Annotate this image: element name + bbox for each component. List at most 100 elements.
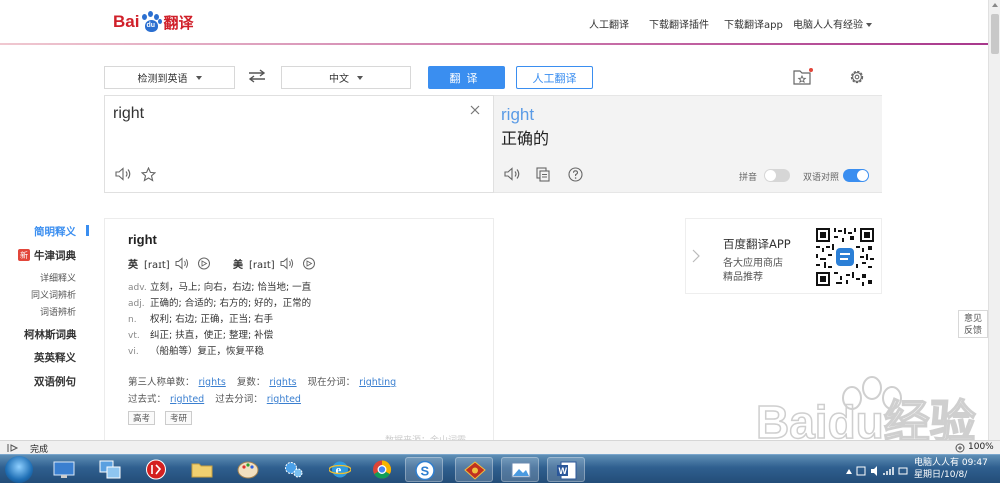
definition-row: n. 权利; 右边; 正确，正当; 右手 [128,314,274,325]
definition-row: adv. 立刻，马上; 向右，右边; 恰当地; 一直 [128,282,312,293]
pinyin-toggle[interactable] [764,169,790,182]
feedback-line-1: 意见 [963,314,982,324]
chevron-down-icon [195,75,202,80]
start-button-windows-icon[interactable] [5,456,33,483]
settings-gear-icon[interactable] [848,68,866,86]
scrollbar-thumb[interactable] [991,14,999,54]
lnav-detailed-definition[interactable]: 详细释义 [40,271,76,284]
zoom-icon[interactable] [955,443,965,453]
taskbar-image-viewer[interactable] [501,457,539,482]
nav-human-translation[interactable]: 人工翻译 [589,16,629,31]
svg-text:S: S [421,464,430,479]
phonetic-uk: 英 [raɪt] [128,260,170,271]
nav-download-plugin[interactable]: 下载翻译插件 [649,16,709,31]
scroll-up-arrow-icon[interactable] [992,3,998,7]
taskbar-desktop-app[interactable] [45,457,83,482]
logo-bai-text: Bai [113,12,140,31]
source-speaker-icon[interactable] [115,167,132,181]
app-promo-card[interactable]: 百度翻译APP 各大应用商店 精品推荐 [685,218,882,294]
monitor-icon [53,461,75,478]
translate-button[interactable]: 翻译 [428,66,505,89]
nav-user-menu[interactable]: 电脑人人有经验 [793,16,872,31]
us-replay-icon[interactable] [302,257,316,270]
favorites-folder-icon[interactable] [793,68,813,86]
source-text-value[interactable]: right [113,105,144,123]
result-source-word: right [501,105,535,124]
app-promo-title: 百度翻译APP [723,237,791,251]
remote-desktop-icon [99,460,121,479]
uk-replay-icon[interactable] [197,257,211,270]
word-document-icon: W [557,461,577,480]
taskbar-game-app[interactable] [455,457,493,482]
chrome-icon [373,460,392,479]
taskbar-sogou-browser[interactable]: S [405,457,443,482]
form-link-past-tense[interactable]: righted [170,394,204,405]
form-link-past-participle[interactable]: righted [267,394,301,405]
exam-tag: 高考 [128,411,156,425]
pinyin-toggle-label: 拼音 [739,173,758,183]
vertical-scrollbar[interactable] [988,0,1000,440]
source-language-select[interactable]: 检测到英语 [104,66,235,89]
taskbar-settings-app[interactable] [275,457,313,482]
form-link-present-participle[interactable]: righting [359,377,396,388]
new-badge: 新 [18,249,30,261]
chevron-right-icon[interactable] [692,249,700,263]
system-tray-icons[interactable] [844,465,908,477]
favorite-star-icon[interactable] [141,167,156,182]
definition-row: adj. 正确的; 合适的; 右方的; 好的，正常的 [128,298,312,309]
result-speaker-icon[interactable] [504,167,521,181]
taskbar-word-app[interactable]: W [547,457,585,482]
lnav-oxford-dictionary[interactable]: 牛津词典 [34,248,76,263]
paint-palette-icon [237,461,259,479]
translation-result-panel: right 正确的 拼音 双语对照 [494,95,882,193]
tray-time-line: 电脑人人有 09:47 [914,458,988,468]
windows-taskbar: e S W 电脑人人有 09:47 星期日/10/8/ [0,454,1000,483]
bilingual-toggle[interactable] [843,169,869,182]
chevron-down-icon [866,23,872,27]
lnav-collins-dictionary[interactable]: 柯林斯词典 [24,327,77,342]
uk-speaker-icon[interactable] [175,257,189,270]
tray-clock[interactable]: 电脑人人有 09:47 星期日/10/8/ [914,457,988,481]
help-question-icon[interactable] [568,167,583,182]
lnav-bilingual-examples[interactable]: 双语例句 [34,374,76,389]
form-link-third-person[interactable]: rights [199,377,226,388]
baidu-fanyi-logo[interactable]: Bai du 翻译 [113,9,193,35]
user-name: 电脑人人有经验 [793,20,863,31]
lnav-concise-definition[interactable]: 简明释义 [34,224,76,239]
chevron-down-icon [357,75,363,80]
source-text-area[interactable]: right [104,95,494,193]
human-translation-button[interactable]: 人工翻译 [516,66,593,89]
exam-tag: 考研 [165,411,193,425]
taskbar-chrome-browser[interactable] [363,457,401,482]
word-forms-row-1: 第三人称单数： rights 复数： rights 现在分词： righting [128,377,397,388]
logo-fanyi-text: 翻译 [163,13,194,32]
swap-languages-icon[interactable] [248,69,266,83]
lnav-english-definition[interactable]: 英英释义 [34,350,76,365]
result-translation-text: 正确的 [501,129,550,148]
lnav-synonym-analysis[interactable]: 同义词辨析 [31,288,76,301]
nav-download-app[interactable]: 下载翻译app [724,16,783,31]
status-panel-icon[interactable] [7,443,19,453]
clear-input-close-icon[interactable] [469,104,481,116]
taskbar-ie-browser[interactable]: e [321,457,359,482]
word-forms-row-2: 过去式： righted 过去分词： righted [128,394,301,405]
red-badge-app-icon [146,459,166,480]
phonetic-us: 美 [raɪt] [233,260,275,271]
taskbar-folder-app[interactable] [183,457,221,482]
copy-icon[interactable] [536,167,550,182]
target-language-select[interactable]: 中文 [281,66,411,89]
feedback-button[interactable]: 意见 反馈 [958,310,988,338]
taskbar-paint-app[interactable] [229,457,267,482]
lnav-word-analysis[interactable]: 词语辨析 [40,305,76,318]
form-link-plural[interactable]: rights [269,377,296,388]
zoom-level[interactable]: 100% [968,442,994,452]
dictionary-headword: right [128,232,157,247]
taskbar-remote-app[interactable] [91,457,129,482]
app-promo-line-2: 精品推荐 [723,272,763,283]
browser-status-bar: 完成 100% [0,440,1000,455]
taskbar-red-app[interactable] [137,457,175,482]
us-speaker-icon[interactable] [280,257,294,270]
lnav-active-indicator [86,225,89,236]
game-emblem-icon [464,461,486,480]
definition-row: vi. （船舶等）复正，恢复平稳 [128,346,265,357]
